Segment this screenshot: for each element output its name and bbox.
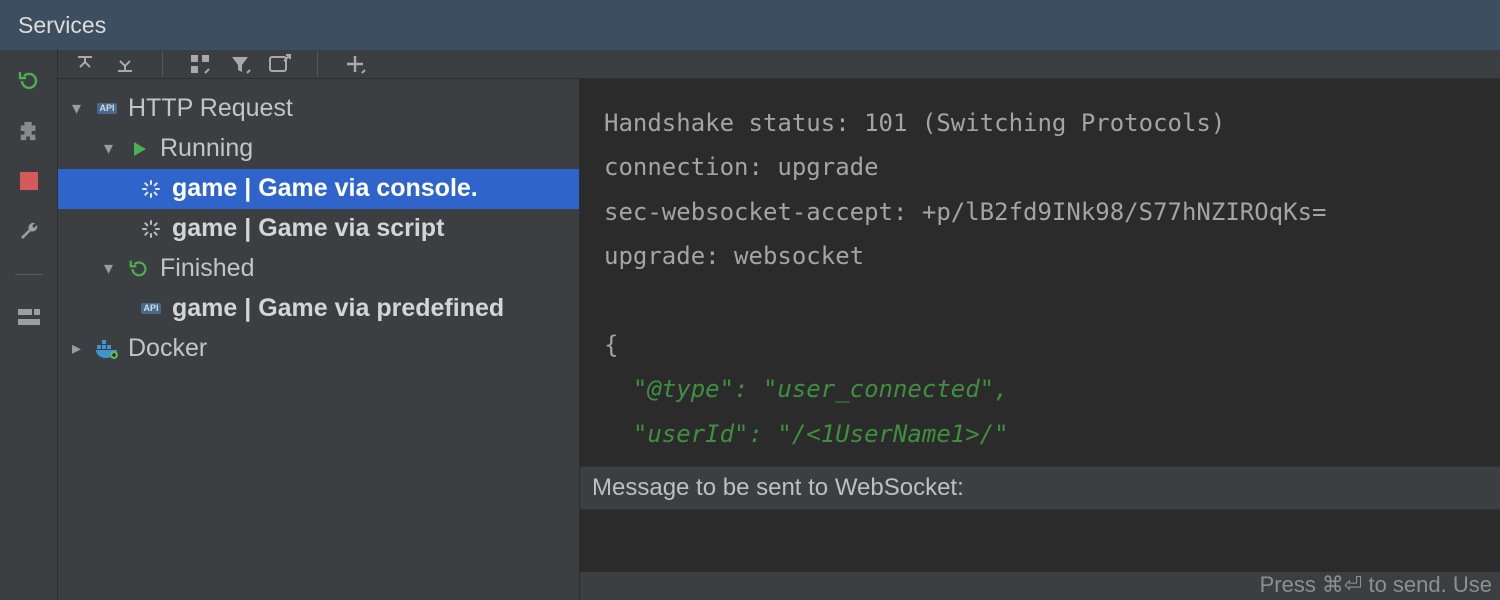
console-output[interactable]: Handshake status: 101 (Switching Protoco… <box>580 79 1500 466</box>
expand-all-icon[interactable] <box>72 51 98 77</box>
send-hint-text: Press ⌘⏎ to send. Use <box>1260 572 1492 597</box>
tree-node-running[interactable]: ▾ Running <box>58 129 579 169</box>
tree-item-game-console[interactable]: game | Game via console. <box>58 169 579 209</box>
message-input-label-text: Message to be sent to WebSocket: <box>592 474 964 502</box>
gutter-separator <box>15 274 43 275</box>
toolbar-separator <box>317 51 318 77</box>
rerun-green-icon <box>126 256 152 282</box>
chevron-down-icon[interactable]: ▾ <box>104 258 118 279</box>
tree-node-http-request[interactable]: ▾ API HTTP Request <box>58 89 579 129</box>
tree-label: Finished <box>160 254 255 283</box>
play-icon <box>126 136 152 162</box>
tree-item-label: game | Game via predefined <box>172 294 504 323</box>
tree-label: Running <box>160 134 253 163</box>
tree-label: Docker <box>128 334 207 363</box>
docker-icon <box>94 336 120 362</box>
console-json-line: { <box>604 331 618 359</box>
stop-icon[interactable] <box>16 168 42 194</box>
console-line: Handshake status: 101 (Switching Protoco… <box>604 109 1225 137</box>
tree-item-game-predefined[interactable]: API game | Game via predefined <box>58 289 579 329</box>
chevron-down-icon[interactable]: ▾ <box>72 98 86 119</box>
tree-node-docker[interactable]: ▸ Docker <box>58 329 579 369</box>
collapse-all-icon[interactable] <box>112 51 138 77</box>
send-hint: Press ⌘⏎ to send. Use <box>580 572 1500 600</box>
console-json-line: "userId": "/<1UserName1>/" <box>604 420 1009 448</box>
console-line: upgrade: websocket <box>604 242 864 270</box>
api-icon: API <box>94 96 120 122</box>
chevron-right-icon[interactable]: ▸ <box>72 338 86 359</box>
group-icon[interactable] <box>187 51 213 77</box>
tree-toolbar <box>58 50 1500 79</box>
spinner-icon <box>138 176 164 202</box>
toolbar-separator <box>162 51 163 77</box>
wrench-icon[interactable] <box>16 218 42 244</box>
panel-title: Services <box>0 0 1500 50</box>
message-input-label: Message to be sent to WebSocket: <box>580 466 1500 510</box>
console-line: connection: upgrade <box>604 153 879 181</box>
message-input[interactable] <box>580 510 1500 572</box>
chevron-down-icon[interactable]: ▾ <box>104 138 118 159</box>
services-tree[interactable]: ▾ API HTTP Request ▾ Running game | Game… <box>58 79 580 600</box>
spinner-icon <box>138 216 164 242</box>
layout-icon[interactable] <box>16 305 42 331</box>
open-tab-icon[interactable] <box>267 51 293 77</box>
plugin-icon[interactable] <box>16 118 42 144</box>
panel-title-text: Services <box>18 12 106 39</box>
add-icon[interactable] <box>342 51 368 77</box>
api-icon: API <box>138 296 164 322</box>
tree-node-finished[interactable]: ▾ Finished <box>58 249 579 289</box>
tree-item-label: game | Game via console. <box>172 174 478 203</box>
console-json-line: "@type": "user_connected", <box>604 375 1009 403</box>
panel-body: ▾ API HTTP Request ▾ Running game | Game… <box>0 50 1500 600</box>
tree-item-label: game | Game via script <box>172 214 444 243</box>
rerun-icon[interactable] <box>16 68 42 94</box>
content-area: ▾ API HTTP Request ▾ Running game | Game… <box>58 50 1500 600</box>
left-gutter <box>0 50 58 600</box>
split-pane: ▾ API HTTP Request ▾ Running game | Game… <box>58 79 1500 600</box>
console-line: sec-websocket-accept: +p/lB2fd9INk98/S77… <box>604 198 1326 226</box>
tree-item-game-script[interactable]: game | Game via script <box>58 209 579 249</box>
tree-label: HTTP Request <box>128 94 293 123</box>
right-pane: Handshake status: 101 (Switching Protoco… <box>580 79 1500 600</box>
filter-icon[interactable] <box>227 51 253 77</box>
